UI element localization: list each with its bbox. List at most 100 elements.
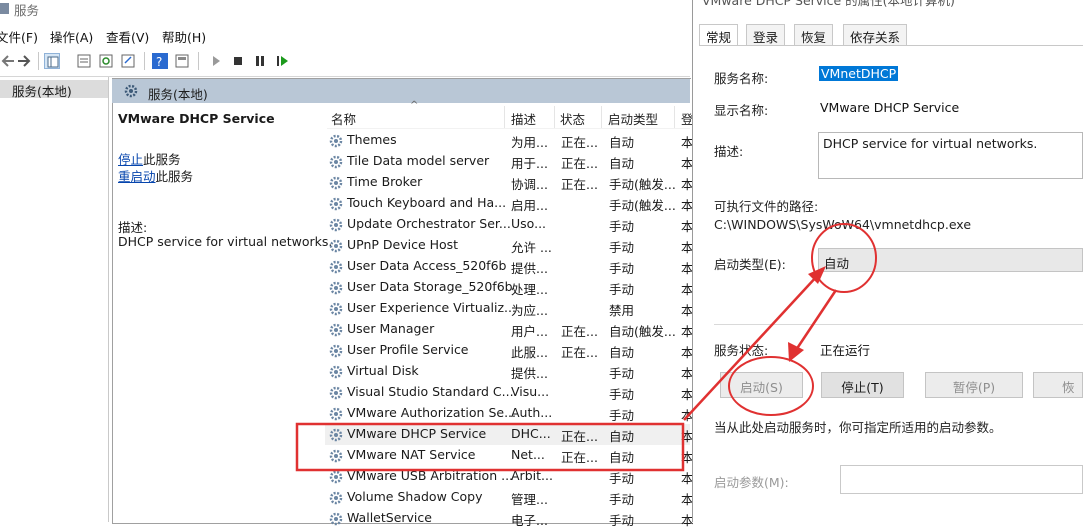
column-header-status[interactable]: 状态 (560, 109, 585, 128)
service-name-cell[interactable]: VMware NAT Service (347, 447, 476, 462)
service-startup-cell: 手动(触发... (609, 198, 676, 213)
properties-icon[interactable] (76, 53, 92, 69)
start-service-icon[interactable] (208, 53, 224, 69)
service-description-cell: Net... (511, 447, 545, 462)
tab-divider (699, 45, 1083, 46)
service-name-cell[interactable]: UPnP Device Host (347, 237, 458, 252)
resume-button[interactable]: 恢复 (1033, 372, 1083, 398)
refresh-icon[interactable] (98, 53, 114, 69)
menu-file[interactable]: 文件(F) (0, 27, 38, 46)
service-startup-cell: 手动 (609, 408, 635, 423)
column-divider[interactable] (554, 106, 555, 128)
tab-recovery[interactable]: 恢复 (794, 24, 834, 45)
gear-icon (329, 386, 343, 400)
column-divider[interactable] (504, 106, 505, 128)
pause-service-icon[interactable] (252, 53, 268, 69)
column-header-description[interactable]: 描述 (511, 109, 536, 128)
service-startup-cell: 自动 (609, 450, 635, 465)
menu-help[interactable]: 帮助(H) (162, 27, 206, 46)
tree-item-label: 服务(本地) (12, 84, 72, 99)
service-name-cell[interactable]: VMware USB Arbitration ... (347, 468, 513, 483)
service-name-cell[interactable]: WalletService (347, 510, 432, 525)
gear-icon (329, 239, 343, 253)
service-name-cell[interactable]: VMware DHCP Service (347, 426, 486, 441)
service-startup-cell: 自动 (609, 429, 635, 444)
gear-icon (329, 491, 343, 505)
gear-icon (124, 84, 138, 98)
help-icon[interactable]: ? (152, 53, 168, 69)
sort-ascending-icon: ^ (410, 100, 419, 111)
detail-description-text: DHCP service for virtual networks. (118, 234, 333, 249)
column-divider[interactable] (674, 106, 675, 128)
dialog-title: VMware DHCP Service 的属性(本地计算机) (702, 0, 955, 8)
description-box[interactable]: DHCP service for virtual networks. (818, 132, 1083, 179)
service-startup-cell: 禁用 (609, 303, 635, 318)
service-name-cell[interactable]: VMware Authorization Se... (347, 405, 516, 420)
service-name-cell[interactable]: Tile Data model server (347, 153, 489, 168)
service-name-cell[interactable]: Time Broker (347, 174, 422, 189)
tab-dependencies[interactable]: 依存关系 (843, 24, 908, 45)
restart-service-link[interactable]: 重启动 (118, 169, 156, 184)
service-name-cell[interactable]: User Data Storage_520f6b (347, 279, 513, 294)
display-name-value[interactable]: VMware DHCP Service (820, 100, 959, 115)
service-name-cell[interactable]: User Manager (347, 321, 434, 336)
service-description-cell: DHC... (511, 426, 551, 441)
startup-type-label: 启动类型(E): (714, 257, 786, 272)
service-startup-cell: 手动 (609, 387, 635, 402)
forward-arrow-icon[interactable] (16, 53, 32, 69)
svg-text:?: ? (156, 55, 162, 69)
restart-service-suffix: 此服务 (155, 169, 194, 184)
tab-logon[interactable]: 登录 (746, 24, 786, 45)
service-description-cell: 用户... (511, 324, 548, 339)
column-header-startup-type[interactable]: 启动类型 (608, 109, 658, 128)
window-title: 服务 (14, 3, 40, 18)
tab-general[interactable]: 常规 (699, 24, 739, 46)
stop-button[interactable]: 停止(T) (821, 372, 904, 398)
service-startup-cell: 手动 (609, 513, 635, 528)
column-divider[interactable] (601, 106, 602, 128)
gear-icon (329, 134, 343, 148)
service-name-cell[interactable]: Touch Keyboard and Ha... (347, 195, 506, 210)
service-startup-cell: 自动 (609, 135, 635, 150)
service-startup-cell: 手动 (609, 366, 635, 381)
gear-icon (329, 428, 343, 442)
service-status-cell: 正在... (561, 345, 598, 360)
stop-service-link[interactable]: 停止 (118, 152, 143, 167)
column-header-name[interactable]: 名称 (331, 109, 356, 128)
start-button[interactable]: 启动(S) (720, 372, 803, 398)
startup-type-select[interactable]: 自动 (818, 248, 1083, 272)
service-name-cell[interactable]: User Experience Virtualiz... (347, 300, 516, 315)
start-params-label: 启动参数(M): (714, 475, 789, 490)
stop-service-icon[interactable] (230, 53, 246, 69)
service-name-cell[interactable]: User Profile Service (347, 342, 469, 357)
service-startup-cell: 手动 (609, 219, 635, 234)
service-name-cell[interactable]: User Data Access_520f6b (347, 258, 506, 273)
menu-action[interactable]: 操作(A) (50, 27, 93, 46)
description-label: 描述: (714, 144, 744, 159)
gear-icon (329, 365, 343, 379)
executable-path-value: C:\WINDOWS\SysWoW64\vmnetdhcp.exe (714, 217, 972, 232)
tree-item-services-local[interactable]: 服务(本地) (0, 80, 108, 99)
show-hide-pane-icon[interactable] (174, 53, 190, 69)
service-startup-cell: 手动 (609, 471, 635, 486)
gear-icon (329, 344, 343, 358)
export-list-icon[interactable] (120, 53, 136, 69)
service-name-cell[interactable]: Volume Shadow Copy (347, 489, 482, 504)
start-params-input[interactable] (840, 465, 1083, 494)
service-description-cell: 为用... (511, 135, 548, 150)
console-tree-icon[interactable] (44, 53, 60, 69)
service-description-cell: 管理... (511, 492, 548, 507)
service-description-cell: 启用... (511, 198, 548, 213)
service-name-cell[interactable]: Update Orchestrator Ser... (347, 216, 511, 231)
service-name-cell[interactable]: Virtual Disk (347, 363, 419, 378)
service-name-cell[interactable]: Visual Studio Standard C... (347, 384, 514, 399)
service-description-cell: 用于... (511, 156, 548, 171)
pause-button[interactable]: 暂停(P) (925, 372, 1023, 398)
service-name-value[interactable]: VMnetDHCP (819, 66, 899, 81)
back-arrow-icon[interactable] (0, 53, 16, 69)
menu-view[interactable]: 查看(V) (106, 27, 149, 46)
service-name-cell[interactable]: Themes (347, 132, 397, 147)
service-startup-cell: 自动 (609, 156, 635, 171)
service-description-cell: 此服... (511, 345, 548, 360)
restart-service-icon[interactable] (274, 53, 290, 69)
